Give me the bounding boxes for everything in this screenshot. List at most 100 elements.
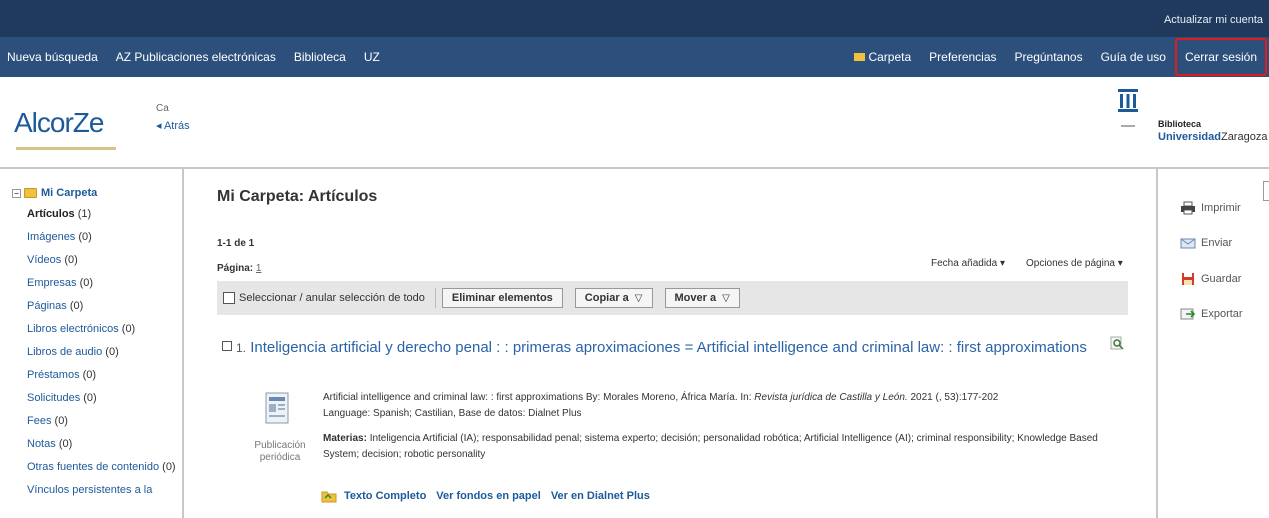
tools-panel: Imprimir Enviar Guardar Exportar — [1160, 169, 1269, 518]
save-label: Guardar — [1201, 273, 1242, 285]
page-options-dropdown[interactable]: Opciones de página ▾ — [1026, 258, 1123, 269]
sidebar-item-label: Préstamos — [27, 369, 80, 381]
sidebar-item-audiobooks[interactable]: Libros de audio (0) — [27, 341, 182, 364]
sidebar-item-label: Páginas — [27, 300, 67, 312]
select-all-label[interactable]: Seleccionar / anular selección de todo — [239, 292, 425, 304]
copy-to-button[interactable]: Copiar a ▽ — [574, 288, 653, 308]
sidebar-item-loans[interactable]: Préstamos (0) — [27, 364, 182, 387]
page-link-1[interactable]: 1 — [256, 263, 262, 274]
sidebar-item-companies[interactable]: Empresas (0) — [27, 272, 182, 295]
page-title: Mi Carpeta: Artículos — [217, 188, 378, 205]
sidebar-item-pages[interactable]: Páginas (0) — [27, 295, 182, 318]
select-all-checkbox[interactable] — [223, 292, 235, 304]
university-word: Universidad — [1158, 131, 1221, 143]
export-tool[interactable]: Exportar — [1180, 307, 1243, 321]
logo-text: AlcorZe — [14, 107, 104, 138]
result-title-link[interactable]: Inteligencia artificial y derecho penal … — [250, 339, 1087, 356]
sidebar-item-count: (0) — [79, 277, 94, 289]
nav-ask-us[interactable]: Pregúntanos — [1006, 50, 1092, 64]
periodical-icon[interactable] — [264, 391, 292, 426]
copy-to-label: Copiar a — [584, 292, 629, 304]
collapse-panel-tab[interactable] — [1263, 181, 1269, 201]
result-number: 1. — [236, 341, 247, 355]
sidebar-item-label: Libros de audio — [27, 346, 103, 358]
sidebar-item-images[interactable]: Imágenes (0) — [27, 226, 182, 249]
sidebar-item-label: Otras fuentes de contenido — [27, 461, 160, 473]
alcorze-logo[interactable]: AlcorZe — [14, 107, 126, 151]
full-text-link[interactable]: Texto Completo — [344, 490, 426, 502]
chevron-down-icon: ▽ — [634, 292, 643, 304]
sidebar-item-persistent-links[interactable]: Vínculos persistentes a la — [27, 479, 182, 502]
sidebar-item-label: Vídeos — [27, 254, 62, 266]
update-account-link[interactable]: Actualizar mi cuenta — [1164, 14, 1263, 26]
result-links: Texto Completo Ver fondos en papel Ver e… — [321, 489, 660, 503]
delete-items-button[interactable]: Eliminar elementos — [441, 288, 563, 308]
nav-preferences[interactable]: Preferencias — [920, 50, 1005, 64]
sidebar-item-videos[interactable]: Vídeos (0) — [27, 249, 182, 272]
sidebar-item-label: Empresas — [27, 277, 77, 289]
city-name: Zaragoza — [1220, 131, 1268, 143]
sidebar-item-count: (0) — [105, 346, 119, 358]
sidebar-item-articles[interactable]: Artículos (1) — [27, 203, 182, 226]
dialnet-plus-link[interactable]: Ver en Dialnet Plus — [551, 490, 650, 502]
university-logo[interactable]: Biblioteca UniversidadZaragoza — [1116, 89, 1267, 143]
sidebar-item-count: (0) — [82, 369, 97, 381]
pagination: Página: 1 — [217, 263, 261, 274]
university-emblem-icon — [1118, 89, 1138, 127]
nav-new-search[interactable]: Nueva búsqueda — [0, 50, 107, 64]
preview-icon[interactable] — [1110, 336, 1124, 350]
nav-az-publications[interactable]: AZ Publicaciones electrónicas — [107, 50, 285, 64]
nav-folder[interactable]: Carpeta — [845, 50, 920, 64]
sidebar-item-label: Notas — [27, 438, 56, 450]
nav-library[interactable]: Biblioteca — [285, 50, 355, 64]
sidebar-item-count: (0) — [78, 231, 92, 243]
back-link[interactable]: ◂ Atrás — [156, 119, 190, 132]
send-tool[interactable]: Enviar — [1180, 236, 1232, 250]
print-holdings-link[interactable]: Ver fondos en papel — [436, 490, 541, 502]
printer-icon — [1181, 201, 1195, 215]
folder-content: Mi Carpeta: Artículos 1-1 de 1 Página: 1… — [186, 169, 1158, 518]
result-authorship: Artificial intelligence and criminal law… — [323, 392, 752, 403]
chevron-down-icon: ▽ — [722, 292, 730, 304]
move-to-label: Mover a — [674, 292, 717, 304]
sidebar-item-label: Vínculos persistentes a la — [27, 484, 153, 496]
sidebar-item-label: Imágenes — [27, 231, 76, 243]
logout-button[interactable]: Cerrar sesión — [1174, 38, 1267, 76]
sort-dropdown[interactable]: Fecha añadida ▾ — [931, 258, 1005, 269]
sidebar-item-label: Solicitudes — [27, 392, 81, 404]
export-label: Exportar — [1201, 308, 1243, 320]
sidebar-item-requests[interactable]: Solicitudes (0) — [27, 387, 182, 410]
result-checkbox[interactable] — [222, 341, 232, 351]
subjects-list: Inteligencia Artificial (IA); responsabi… — [323, 433, 1098, 460]
nav-uz[interactable]: UZ — [355, 50, 389, 64]
save-icon — [1182, 273, 1194, 285]
result-subjects: Materias: Inteligencia Artificial (IA); … — [323, 431, 1103, 463]
nav-folder-label: Carpeta — [868, 50, 912, 64]
result-item-title: 1. Inteligencia artificial y derecho pen… — [222, 338, 1092, 358]
sidebar-item-count: (0) — [54, 415, 68, 427]
library-label: Biblioteca — [1158, 119, 1202, 129]
move-to-button[interactable]: Mover a ▽ — [664, 288, 740, 308]
export-icon — [1180, 308, 1196, 320]
sidebar-item-notes[interactable]: Notas (0) — [27, 433, 182, 456]
sidebar-item-count: (0) — [162, 461, 176, 473]
sidebar-item-label: Libros electrónicos — [27, 323, 119, 335]
breadcrumb: Ca — [156, 103, 169, 114]
collapse-icon[interactable]: − — [12, 188, 21, 198]
sidebar-item-fees[interactable]: Fees (0) — [27, 410, 182, 433]
my-folder-label: Mi Carpeta — [41, 187, 98, 199]
sidebar-item-other-sources[interactable]: Otras fuentes de contenido (0) — [27, 456, 182, 479]
my-folder-root[interactable]: − Mi Carpeta — [12, 187, 182, 199]
save-tool[interactable]: Guardar — [1180, 272, 1241, 286]
toolbar-divider — [434, 288, 436, 308]
logo-underline — [16, 147, 116, 150]
subjects-label: Materias: — [323, 433, 367, 444]
nav-user-guide[interactable]: Guía de uso — [1092, 50, 1175, 64]
sidebar-item-count: (0) — [64, 254, 78, 266]
print-tool[interactable]: Imprimir — [1180, 201, 1241, 215]
full-text-icon[interactable] — [321, 489, 337, 503]
sidebar-item-count: (0) — [58, 438, 73, 450]
journal-name: Revista jurídica de Castilla y León. — [754, 392, 908, 403]
sidebar-item-ebooks[interactable]: Libros electrónicos (0) — [27, 318, 182, 341]
sidebar-item-count: (0) — [83, 392, 97, 404]
